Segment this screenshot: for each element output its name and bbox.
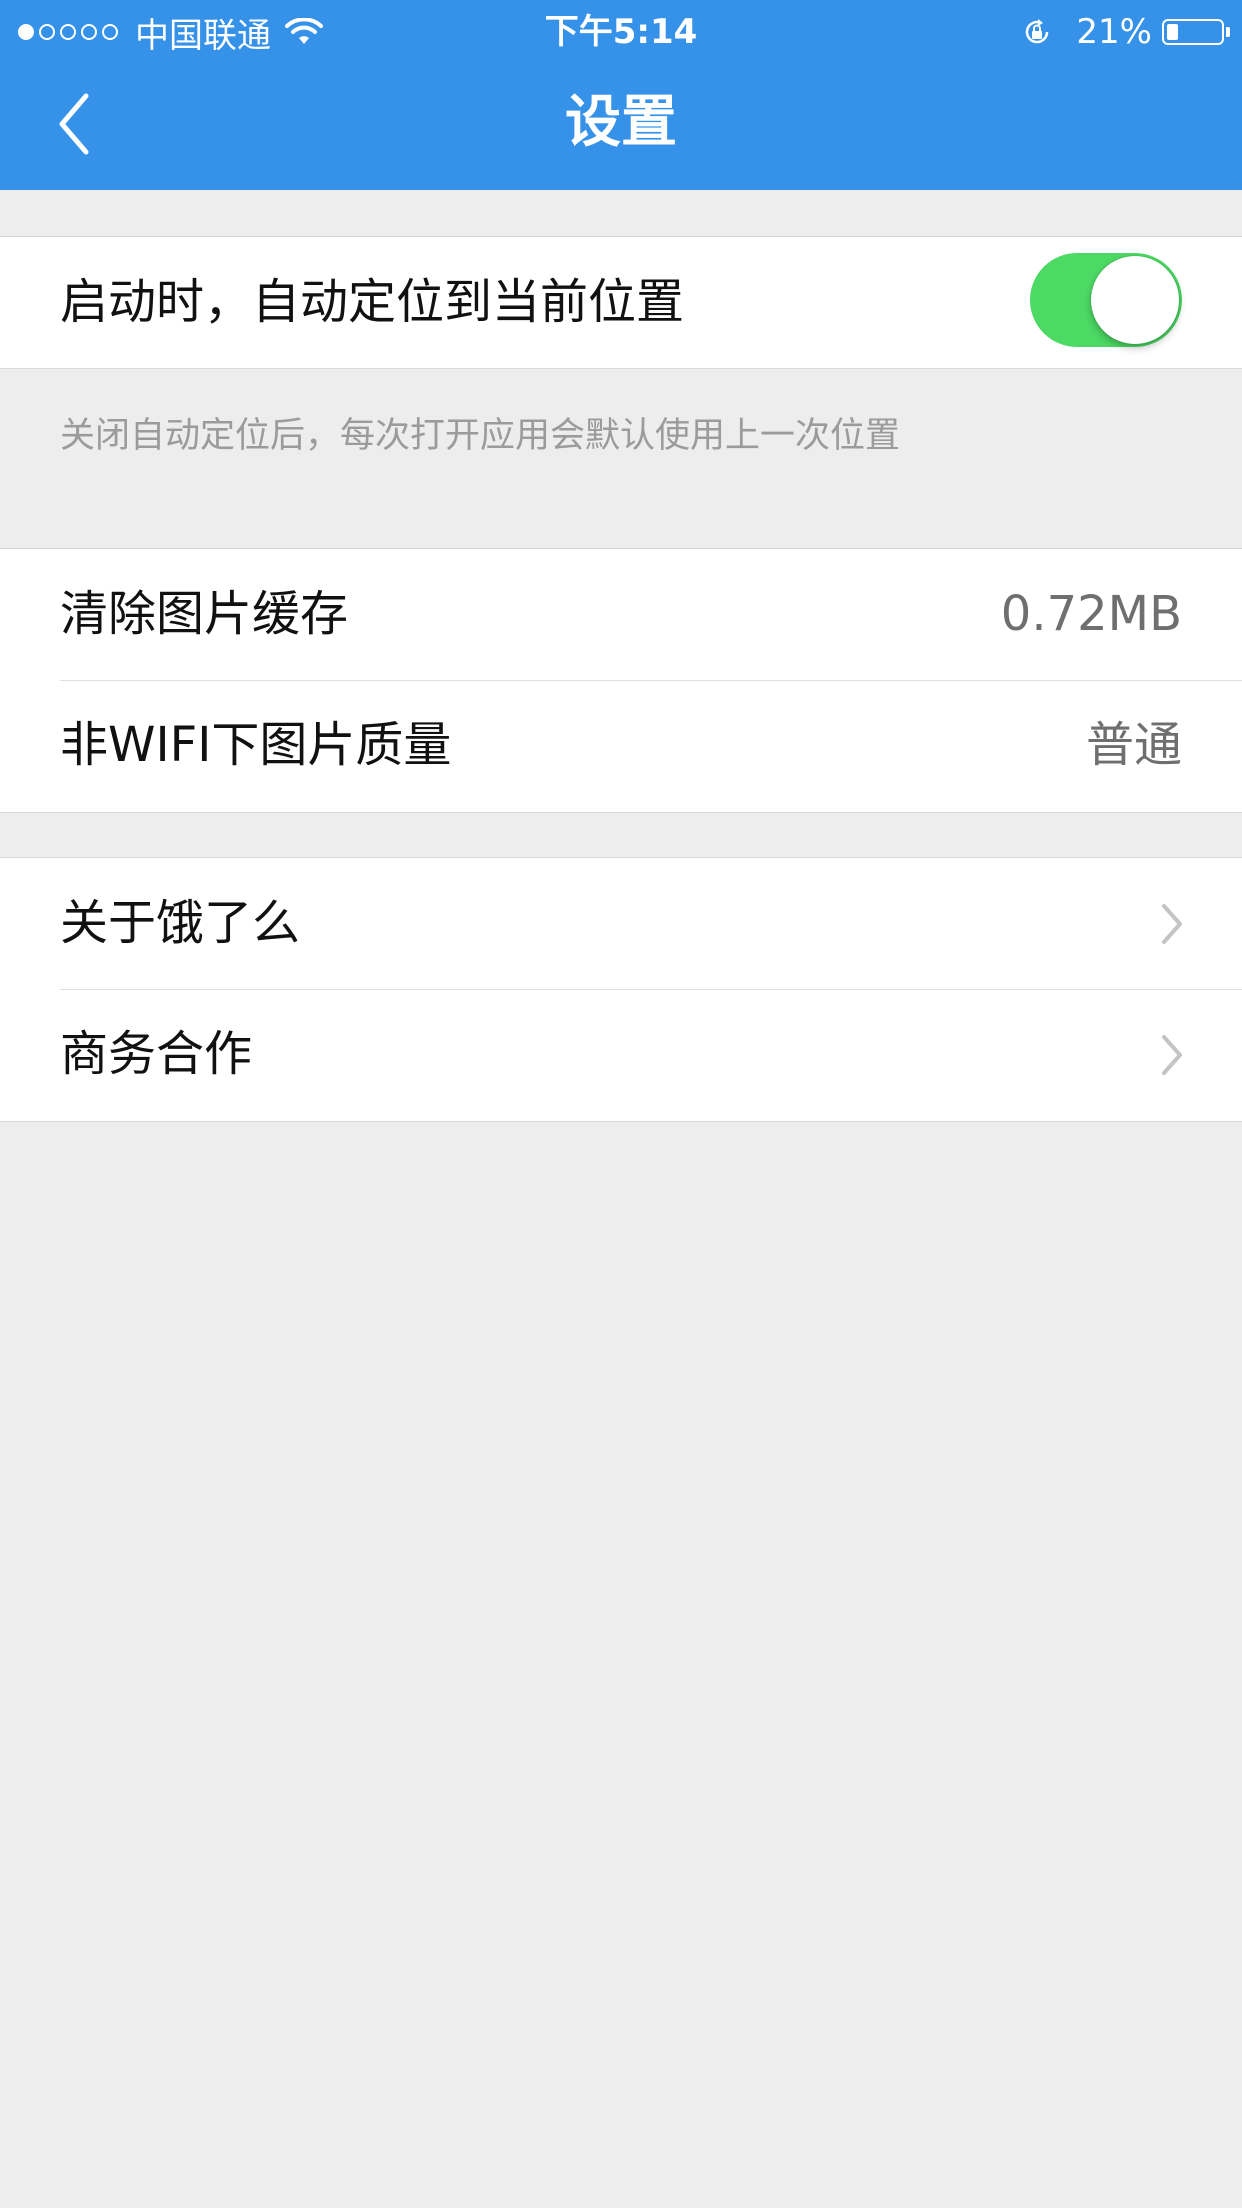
clear-cache-row[interactable]: 清除图片缓存 0.72MB bbox=[0, 549, 1242, 680]
chevron-right-icon bbox=[1162, 904, 1182, 944]
location-group: 启动时，自动定位到当前位置 bbox=[0, 236, 1242, 369]
status-bar: 中国联通 下午5:14 21% bbox=[0, 0, 1242, 62]
battery-level bbox=[1167, 24, 1178, 40]
image-quality-value: 普通 bbox=[1085, 717, 1182, 773]
image-quality-label: 非WIFI下图片质量 bbox=[60, 717, 452, 773]
auto-locate-hint: 关闭自动定位后，每次打开应用会默认使用上一次位置 bbox=[60, 416, 901, 456]
header: 中国联通 下午5:14 21% 设置 bbox=[0, 0, 1242, 190]
about-group: 关于饿了么 商务合作 bbox=[0, 857, 1242, 1122]
about-row[interactable]: 关于饿了么 bbox=[0, 858, 1242, 989]
clear-cache-label: 清除图片缓存 bbox=[60, 586, 349, 642]
media-group: 清除图片缓存 0.72MB 非WIFI下图片质量 普通 bbox=[0, 548, 1242, 813]
chevron-right-icon bbox=[1162, 1035, 1182, 1075]
image-quality-row[interactable]: 非WIFI下图片质量 普通 bbox=[0, 680, 1242, 811]
rotation-lock-icon bbox=[1026, 19, 1049, 44]
auto-locate-toggle[interactable] bbox=[1030, 253, 1182, 347]
auto-locate-label: 启动时，自动定位到当前位置 bbox=[60, 274, 685, 330]
about-label: 关于饿了么 bbox=[60, 895, 301, 951]
battery-percentage: 21% bbox=[1076, 12, 1152, 52]
business-row[interactable]: 商务合作 bbox=[0, 989, 1242, 1120]
business-label: 商务合作 bbox=[60, 1026, 253, 1082]
auto-locate-row: 启动时，自动定位到当前位置 bbox=[0, 237, 1242, 368]
page-title: 设置 bbox=[565, 90, 677, 155]
battery-icon bbox=[1162, 19, 1224, 45]
cache-size-value: 0.72MB bbox=[1000, 586, 1182, 642]
